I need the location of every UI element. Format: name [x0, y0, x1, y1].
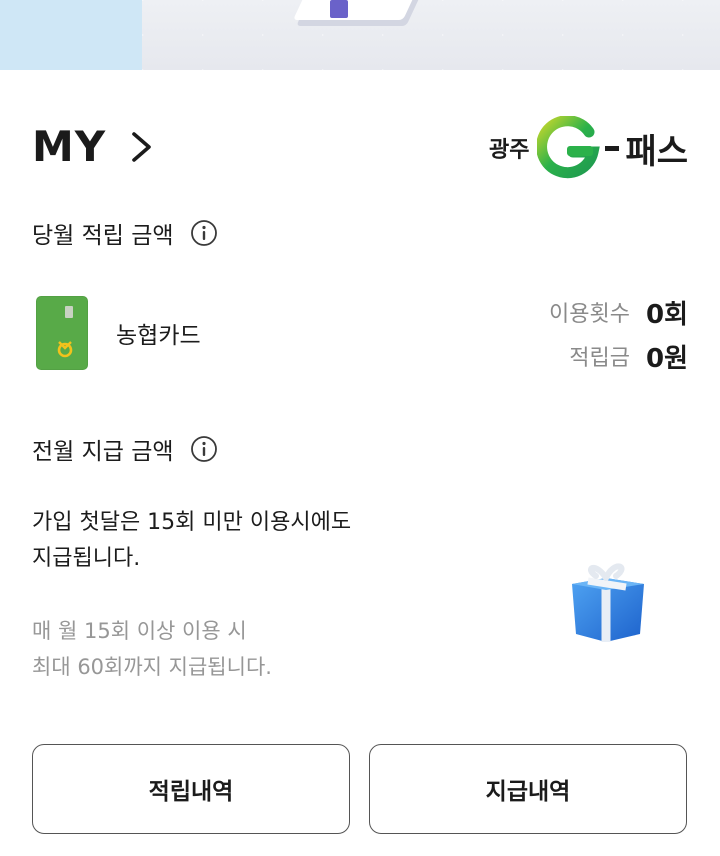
logo-region: 광주	[488, 138, 530, 163]
stat-value: 0원	[645, 343, 688, 374]
banner-illustration	[142, 0, 720, 70]
first-month-description: 가입 첫달은 15회 미만 이용시에도 지급됩니다.	[32, 505, 351, 577]
logo-dash	[605, 145, 620, 151]
card-image	[36, 296, 88, 370]
note-line: 매 월 15회 이상 이용 시	[32, 619, 247, 643]
g-logo-icon	[537, 116, 601, 179]
info-icon[interactable]	[190, 435, 218, 463]
note-line: 최대 60회까지 지급됩니다.	[32, 655, 272, 679]
top-banner	[0, 0, 720, 70]
accrual-history-button[interactable]: 적립내역	[32, 744, 350, 834]
description-line: 지급됩니다.	[32, 546, 141, 571]
chevron-right-icon	[132, 131, 152, 162]
previous-month-label-row: 전월 지급 금액	[32, 432, 218, 466]
card-name: 농협카드	[116, 323, 201, 349]
card-row: 농협카드	[36, 296, 201, 370]
description-line: 가입 첫달은 15회 미만 이용시에도	[32, 510, 352, 535]
banner-left-tile	[0, 0, 142, 70]
banner-block-accent	[330, 0, 348, 18]
gpass-logo: 광주 패스	[489, 116, 688, 180]
info-icon[interactable]	[190, 219, 218, 247]
stat-usage-count: 이용횟수 0회	[549, 290, 688, 334]
page-title: MY	[32, 122, 107, 171]
usage-stats: 이용횟수 0회 적립금 0원	[549, 290, 688, 378]
previous-month-label: 전월 지급 금액	[32, 439, 174, 465]
stat-label: 이용횟수	[549, 302, 630, 327]
my-header-link[interactable]: MY	[32, 122, 154, 171]
current-month-label: 당월 적립 금액	[32, 223, 174, 249]
payment-note: 매 월 15회 이상 이용 시 최대 60회까지 지급됩니다.	[32, 613, 272, 685]
current-month-label-row: 당월 적립 금액	[32, 216, 218, 250]
gift-box-icon	[572, 563, 644, 642]
stat-label: 적립금	[569, 346, 630, 371]
stat-value: 0회	[645, 299, 688, 330]
logo-pass: 패스	[625, 131, 688, 172]
stat-accrued-amount: 적립금 0원	[549, 334, 688, 378]
nh-logo-icon	[57, 341, 73, 358]
card-chip	[65, 306, 73, 318]
payment-history-button[interactable]: 지급내역	[369, 744, 687, 834]
banner-block	[293, 0, 417, 20]
